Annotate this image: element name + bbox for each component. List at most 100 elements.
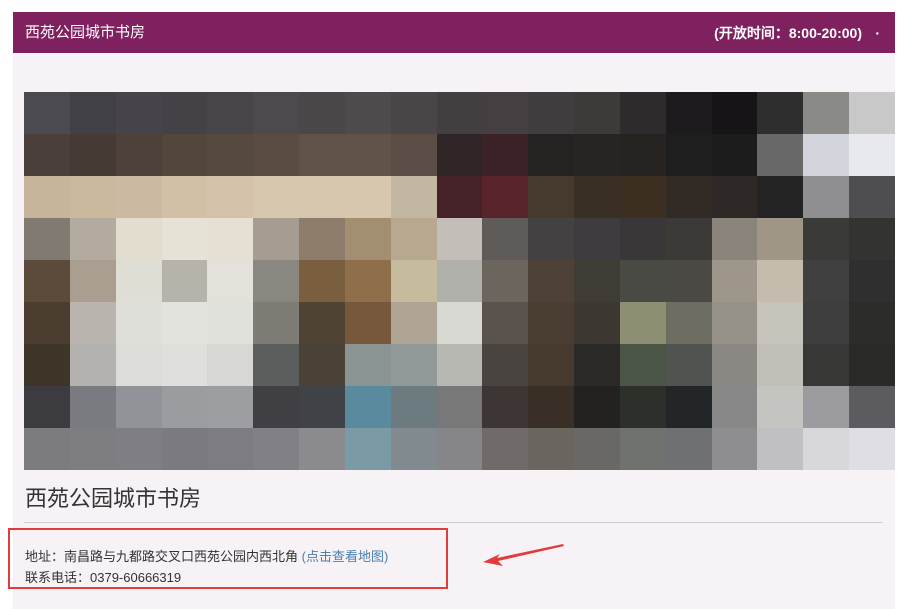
photo-pixel-block (253, 344, 300, 386)
photo-pixel-block (207, 218, 254, 260)
photo-pixel-block (390, 428, 437, 470)
photo-pixel-block (803, 428, 850, 470)
photo-pixel-block (757, 302, 804, 344)
photo-pixel-block (436, 218, 483, 260)
photo-pixel-block (665, 92, 712, 134)
photo-pixel-block (665, 134, 712, 176)
photo-pixel-block (344, 386, 391, 428)
photo-pixel-block (574, 428, 620, 470)
photo-pixel-block (24, 428, 70, 470)
photo-pixel-block (253, 218, 300, 260)
photo-pixel-block (390, 302, 437, 344)
photo-pixel-block (69, 344, 116, 386)
photo-pixel-block (528, 260, 575, 302)
photo-pixel-block (161, 176, 208, 218)
photo-pixel-block (115, 386, 162, 428)
photo-pixel-block (803, 260, 850, 302)
photo-pixel-block (115, 176, 162, 218)
photo-pixel-block (344, 218, 391, 260)
photo-pixel-block (849, 386, 895, 428)
photo-pixel-block (482, 260, 529, 302)
photo-pixel-block (69, 134, 116, 176)
photo-pixel-block (528, 302, 575, 344)
photo-pixel-block (161, 134, 208, 176)
photo-pixel-block (803, 386, 850, 428)
photo-pixel-block (344, 176, 391, 218)
photo-pixel-block (161, 302, 208, 344)
card-header: 西苑公园城市书房 (开放时间：8:00-20:00) · (13, 12, 895, 53)
photo-pixel-block (161, 386, 208, 428)
photo-pixel-block (574, 218, 620, 260)
photo-pixel-block (115, 134, 162, 176)
photo-pixel-block (665, 176, 712, 218)
photo-pixel-block (482, 92, 529, 134)
photo-pixel-block (253, 386, 300, 428)
photo-pixel-block (436, 428, 483, 470)
library-photo-pixelated (24, 92, 895, 470)
photo-pixel-block (482, 302, 529, 344)
photo-pixel-block (711, 260, 758, 302)
photo-pixel-block (69, 386, 116, 428)
photo-pixel-block (115, 260, 162, 302)
photo-pixel-block (24, 344, 70, 386)
photo-pixel-block (115, 92, 162, 134)
library-card: 西苑公园城市书房 (开放时间：8:00-20:00) · 西苑公园城市书房 地址… (8, 12, 895, 609)
photo-pixel-block (69, 260, 116, 302)
photo-pixel-block (619, 260, 666, 302)
photo-pixel-block (619, 134, 666, 176)
photo-pixel-block (482, 134, 529, 176)
photo-pixel-block (436, 134, 483, 176)
photo-pixel-block (757, 134, 804, 176)
photo-pixel-block (69, 428, 116, 470)
photo-pixel-block (253, 260, 300, 302)
opening-hours: (开放时间：8:00-20:00) (714, 25, 862, 41)
photo-pixel-block (24, 302, 70, 344)
photo-pixel-block (299, 302, 345, 344)
header-title: 西苑公园城市书房 (25, 24, 146, 41)
photo-pixel-block (115, 302, 162, 344)
photo-pixel-block (528, 176, 575, 218)
photo-pixel-block (24, 176, 70, 218)
photo-pixel-block (24, 386, 70, 428)
photo-pixel-block (757, 176, 804, 218)
photo-pixel-block (849, 428, 895, 470)
photo-pixel-block (344, 344, 391, 386)
photo-pixel-block (849, 260, 895, 302)
photo-pixel-block (161, 218, 208, 260)
photo-pixel-block (574, 344, 620, 386)
photo-pixel-block (436, 176, 483, 218)
photo-pixel-block (849, 218, 895, 260)
photo-pixel-block (803, 134, 850, 176)
photo-pixel-block (299, 386, 345, 428)
photo-pixel-block (528, 92, 575, 134)
photo-pixel-block (390, 176, 437, 218)
photo-pixel-block (574, 260, 620, 302)
photo-pixel-block (299, 344, 345, 386)
photo-pixel-block (253, 176, 300, 218)
photo-pixel-block (757, 260, 804, 302)
photo-pixel-block (115, 344, 162, 386)
photo-pixel-block (665, 428, 712, 470)
photo-pixel-block (574, 386, 620, 428)
photo-pixel-block (207, 92, 254, 134)
photo-pixel-block (665, 218, 712, 260)
photo-pixel-block (619, 428, 666, 470)
header-dot: · (875, 25, 880, 41)
photo-pixel-block (253, 92, 300, 134)
photo-pixel-block (619, 386, 666, 428)
photo-pixel-block (115, 428, 162, 470)
photo-pixel-block (619, 92, 666, 134)
photo-pixel-block (757, 386, 804, 428)
photo-pixel-block (619, 218, 666, 260)
photo-pixel-block (69, 218, 116, 260)
photo-pixel-block (711, 386, 758, 428)
photo-pixel-block (299, 428, 345, 470)
photo-pixel-block (711, 92, 758, 134)
photo-pixel-block (344, 302, 391, 344)
photo-pixel-block (299, 260, 345, 302)
page-title: 西苑公园城市书房 (25, 486, 202, 511)
photo-pixel-block (849, 92, 895, 134)
photo-pixel-block (757, 92, 804, 134)
photo-pixel-block (436, 260, 483, 302)
photo-pixel-block (207, 302, 254, 344)
